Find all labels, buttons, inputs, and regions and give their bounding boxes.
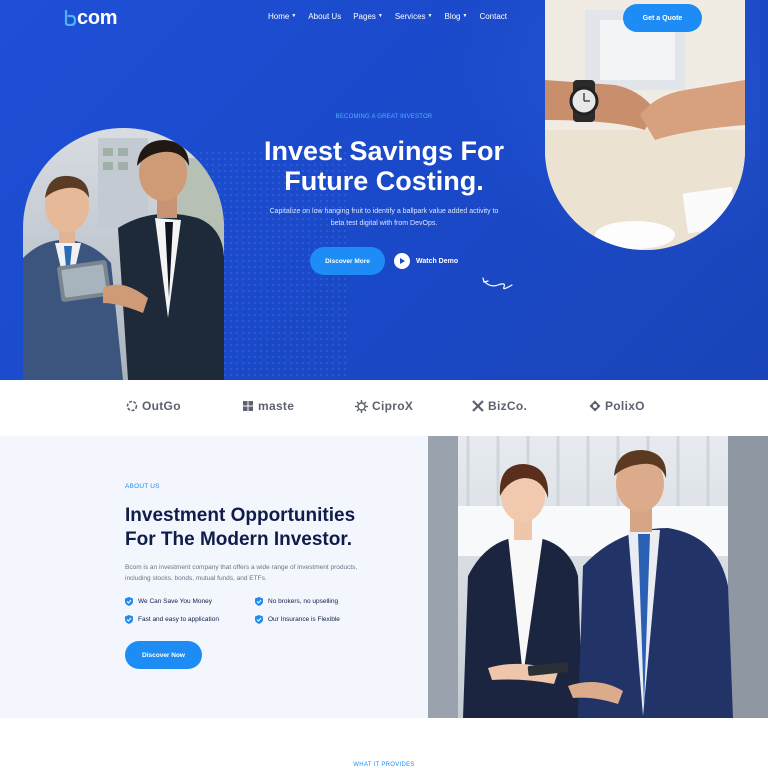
hero-section: com Home ▼ About Us Pages ▼ Services ▼ Blog… <box>0 0 768 380</box>
outgo-logo-icon <box>126 400 138 412</box>
play-icon <box>394 253 410 269</box>
watch-demo-button[interactable]: Watch Demo <box>394 253 458 269</box>
discover-now-button[interactable]: Discover Now <box>125 641 202 669</box>
nav-item-home[interactable]: Home ▼ <box>268 12 296 21</box>
main-nav: Home ▼ About Us Pages ▼ Services ▼ Blog ▼ Co… <box>268 12 519 21</box>
about-section: ABOUT US Investment Opportunities For Th… <box>0 436 428 718</box>
about-description: Bcom is an investment company that offer… <box>125 564 358 582</box>
hero-photo-businessmen <box>23 128 224 380</box>
maste-logo-icon <box>243 401 253 411</box>
nav-item-pages[interactable]: Pages ▼ <box>353 12 383 21</box>
feature-item: We Can Save You Money <box>125 597 212 606</box>
feature-item: Our Insurance is Flexible <box>255 615 340 624</box>
partner-logos: OutGo maste CiproX BizCo. PolixO <box>0 380 768 436</box>
hero-photo-handshake <box>545 0 745 250</box>
b-letter-icon <box>64 10 76 26</box>
watch-demo-label: Watch Demo <box>416 257 459 265</box>
shield-check-icon <box>125 597 133 606</box>
site-logo[interactable]: com <box>64 6 118 29</box>
nav-item-about[interactable]: About Us <box>308 12 341 21</box>
partner-logo-outgo[interactable]: OutGo <box>126 399 181 413</box>
partner-logo-polixo[interactable]: PolixO <box>589 399 645 413</box>
chevron-down-icon: ▼ <box>427 13 433 19</box>
partner-logo-ciprox[interactable]: CiproX <box>355 399 413 413</box>
squiggle-arrow-icon <box>482 277 513 290</box>
about-eyebrow: ABOUT US <box>125 483 160 490</box>
chevron-down-icon: ▼ <box>462 13 468 19</box>
shield-check-icon <box>125 615 133 624</box>
next-section-eyebrow: WHAT IT PROVIDES <box>353 762 415 768</box>
shield-check-icon <box>255 597 263 606</box>
ciprox-logo-icon <box>355 399 368 413</box>
nav-item-blog[interactable]: Blog ▼ <box>444 12 467 21</box>
chevron-down-icon: ▼ <box>377 13 383 19</box>
nav-item-contact[interactable]: Contact <box>479 12 507 21</box>
feature-item: No brokers, no upselling <box>255 597 338 606</box>
hero-eyebrow: BECOMING A GREAT INVESTOR <box>335 114 433 120</box>
bizco-logo-icon <box>472 400 484 412</box>
about-title: Investment Opportunities For The Modern … <box>125 505 356 550</box>
hero-description: Capitalize on low hanging fruit to ident… <box>269 208 499 227</box>
polixo-logo-icon <box>589 400 601 412</box>
feature-item: Fast and easy to application <box>125 615 219 624</box>
partner-logo-maste[interactable]: maste <box>242 399 294 413</box>
logo-text: com <box>77 6 118 29</box>
discover-more-button[interactable]: Discover More <box>310 247 385 275</box>
get-quote-button[interactable]: Get a Quote <box>623 4 702 32</box>
shield-check-icon <box>255 615 263 624</box>
hero-title: Invest Savings For Future Costing. <box>263 136 505 196</box>
nav-item-services[interactable]: Services ▼ <box>395 12 433 21</box>
about-photo-business-people <box>428 436 768 718</box>
partner-logo-bizco[interactable]: BizCo. <box>472 399 527 413</box>
chevron-down-icon: ▼ <box>291 13 297 19</box>
